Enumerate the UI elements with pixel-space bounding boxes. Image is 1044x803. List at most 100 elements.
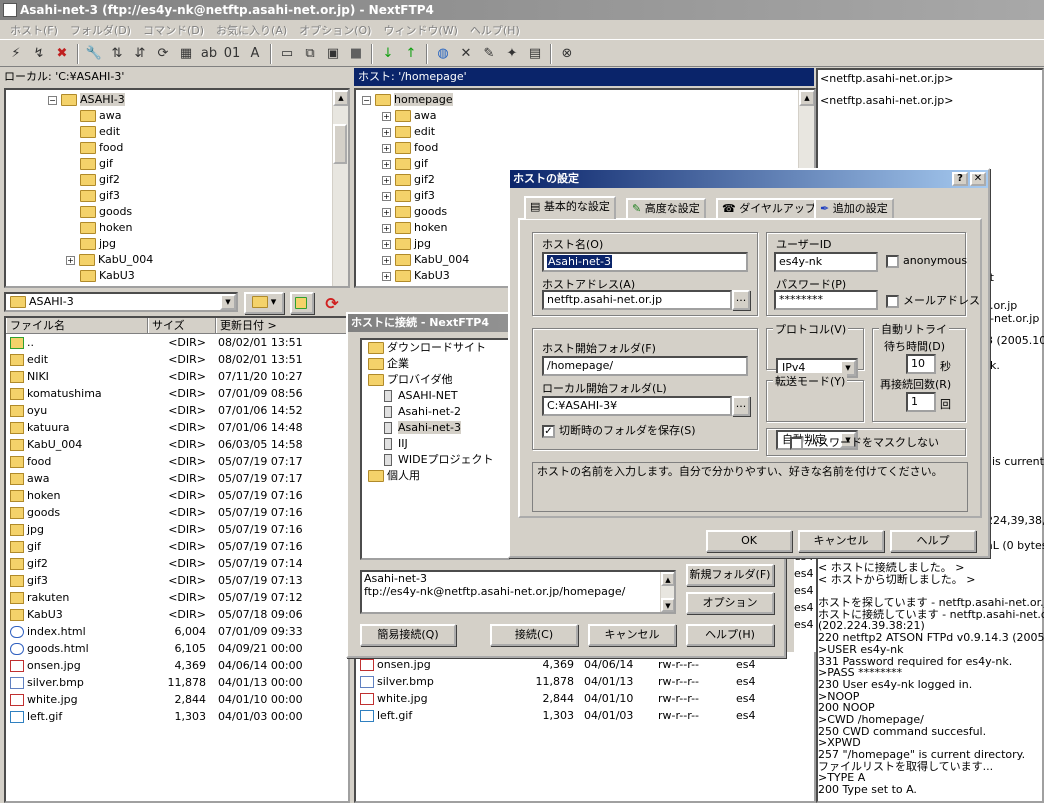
wait-time-input[interactable]: 10 — [906, 354, 936, 374]
connect-cancel-button[interactable]: キャンセル — [588, 624, 676, 646]
globe-icon[interactable]: ◍ — [433, 44, 453, 64]
expand-icon[interactable]: + — [66, 255, 75, 265]
menu-item-3[interactable]: お気に入り(A) — [210, 22, 293, 38]
close-icon[interactable]: ✕ — [970, 172, 986, 186]
connect-button[interactable]: 接続(C) — [490, 624, 578, 646]
table-row[interactable]: edit <DIR> 08/02/01 13:51 — [6, 351, 348, 368]
local-folder-browse-button[interactable]: ... — [732, 396, 750, 416]
expand-icon[interactable]: + — [382, 271, 391, 281]
new-folder-button[interactable]: 新規フォルダ(F) — [686, 564, 774, 586]
bin-icon[interactable]: 01 — [222, 44, 242, 64]
host-item[interactable]: Asahi-net-2 — [362, 404, 508, 420]
option-button[interactable]: オプション — [686, 592, 774, 614]
download-icon[interactable]: ↓ — [378, 44, 398, 64]
chevron-down-icon[interactable]: ▼ — [220, 294, 236, 310]
host-item[interactable]: ASAHI-NET — [362, 388, 508, 404]
table-row[interactable]: komatushima <DIR> 07/01/09 08:56 — [6, 385, 348, 402]
table-row[interactable]: oyu <DIR> 07/01/06 14:52 — [6, 402, 348, 419]
close-icon[interactable]: ⊗ — [557, 44, 577, 64]
tab-additional[interactable]: ✒ 追加の設定 — [814, 198, 894, 219]
local-folder-menu-button[interactable]: ▾ — [244, 292, 284, 314]
menu-item-5[interactable]: ウィンドウ(W) — [377, 22, 463, 38]
host-folder-item[interactable]: ダウンロードサイト — [362, 340, 508, 356]
local-path-combo[interactable]: ASAHI-3 ▼ — [4, 292, 238, 312]
host-item[interactable]: Asahi-net-3 — [362, 420, 508, 436]
tree-item[interactable]: awa — [50, 108, 348, 124]
view-icon[interactable]: ▦ — [176, 44, 196, 64]
host-item[interactable]: WIDEプロジェクト — [362, 452, 508, 468]
upload-icon[interactable]: ↑ — [401, 44, 421, 64]
info-scrollbar[interactable]: ▲ ▼ — [660, 572, 674, 612]
password-input[interactable]: ******** — [774, 290, 878, 310]
tree-item[interactable]: hoken — [50, 220, 348, 236]
tree-item[interactable]: goods — [50, 204, 348, 220]
tree-item[interactable]: + food — [362, 140, 814, 156]
disconnect-icon[interactable]: ✖ — [52, 44, 72, 64]
newfolder-icon[interactable]: ✦ — [502, 44, 522, 64]
expand-icon[interactable]: + — [382, 191, 391, 201]
anonymous-checkbox[interactable]: anonymous — [886, 254, 967, 268]
tree-item[interactable]: edit — [50, 124, 348, 140]
tree-item[interactable]: gif — [50, 156, 348, 172]
table-row[interactable]: .. <DIR> 08/02/01 13:51 — [6, 334, 348, 351]
host-cancel-button[interactable]: キャンセル — [798, 530, 884, 552]
tab-basic[interactable]: ▤ 基本的な設定 — [524, 196, 616, 219]
reconnect-input[interactable]: 1 — [906, 392, 936, 412]
menu-item-2[interactable]: コマンド(D) — [137, 22, 210, 38]
table-row[interactable]: onsen.jpg 4,369 04/06/14 00:00 — [6, 657, 348, 674]
table-row[interactable]: index.html 6,004 07/01/09 09:33 — [6, 623, 348, 640]
expand-icon[interactable]: + — [382, 223, 391, 233]
tree-item[interactable]: + edit — [362, 124, 814, 140]
copy-icon[interactable]: ⧉ — [300, 44, 320, 64]
host-address-input[interactable]: netftp.asahi-net.or.jp — [542, 290, 732, 310]
auto-icon[interactable]: A — [245, 44, 265, 64]
menu-item-1[interactable]: フォルダ(D) — [64, 22, 137, 38]
table-row[interactable]: KabU_004 <DIR> 06/03/05 14:58 — [6, 436, 348, 453]
scroll-up-icon[interactable]: ▲ — [661, 572, 674, 586]
host-folder-item[interactable]: 企業 — [362, 356, 508, 372]
tree-item[interactable]: + awa — [362, 108, 814, 124]
expand-icon[interactable]: + — [382, 143, 391, 153]
connect-help-button[interactable]: ヘルプ(H) — [686, 624, 774, 646]
rename-icon[interactable]: ✎ — [479, 44, 499, 64]
table-row[interactable]: goods.html 6,105 04/09/21 00:00 — [6, 640, 348, 657]
host-name-input[interactable]: Asahi-net-3 — [542, 252, 748, 272]
column-size[interactable]: サイズ — [148, 318, 216, 333]
quick-connect-button[interactable]: 簡易接続(Q) — [360, 624, 456, 646]
table-row[interactable]: left.gif 1,303 04/01/03 00:00 — [6, 708, 348, 725]
table-row[interactable]: silver.bmp 11,878 04/01/13 00:00 — [6, 674, 348, 691]
refresh-icon[interactable]: ⟳ — [322, 294, 342, 314]
ok-button[interactable]: OK — [706, 530, 792, 552]
menu-item-0[interactable]: ホスト(F) — [4, 22, 64, 38]
refresh-icon[interactable]: ⟳ — [153, 44, 173, 64]
tree-item[interactable]: gif3 — [50, 188, 348, 204]
table-row[interactable]: gif2 <DIR> 05/07/19 07:14 — [6, 555, 348, 572]
mask-password-checkbox[interactable]: パスワードをマスクしない — [790, 434, 939, 450]
table-row[interactable]: katuura <DIR> 07/01/06 14:48 — [6, 419, 348, 436]
host-item[interactable]: IIJ — [362, 436, 508, 452]
sort-desc-icon[interactable]: ⇵ — [130, 44, 150, 64]
table-row[interactable]: silver.bmp 11,878 04/01/13 rw-r--r-- es4 — [356, 673, 814, 690]
expand-icon[interactable]: + — [382, 255, 391, 265]
expand-icon[interactable]: + — [382, 127, 391, 137]
scroll-up-icon[interactable]: ▲ — [799, 90, 814, 106]
abc-icon[interactable]: ab — [199, 44, 219, 64]
expand-icon[interactable]: + — [382, 175, 391, 185]
expand-icon[interactable]: + — [382, 239, 391, 249]
column-date[interactable]: 更新日付 > — [216, 318, 348, 333]
host-folder-item[interactable]: プロバイダ他 — [362, 372, 508, 388]
tree-item[interactable]: food — [50, 140, 348, 156]
parent-folder-button[interactable] — [290, 292, 314, 314]
table-row[interactable]: onsen.jpg 4,369 04/06/14 rw-r--r-- es4 — [356, 656, 814, 673]
scroll-thumb[interactable] — [333, 124, 347, 164]
menu-item-4[interactable]: オプション(O) — [293, 22, 377, 38]
help-icon[interactable]: ? — [952, 172, 968, 186]
table-row[interactable]: rakuten <DIR> 05/07/19 07:12 — [6, 589, 348, 606]
reconnect-icon[interactable]: ↯ — [29, 44, 49, 64]
local-tree-scrollbar[interactable]: ▲ — [332, 90, 348, 286]
user-id-input[interactable]: es4y-nk — [774, 252, 878, 272]
table-row[interactable]: jpg <DIR> 05/07/19 07:16 — [6, 521, 348, 538]
table-row[interactable]: white.jpg 2,844 04/01/10 00:00 — [6, 691, 348, 708]
menu-item-6[interactable]: ヘルプ(H) — [464, 22, 526, 38]
scroll-down-icon[interactable]: ▼ — [661, 598, 674, 612]
